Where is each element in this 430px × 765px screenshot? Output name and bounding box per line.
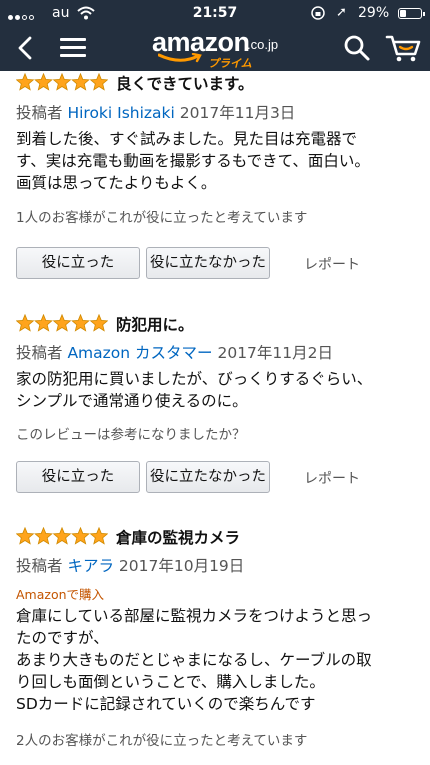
star-icon xyxy=(16,314,35,332)
review-body-line: あまり大きものだとじゃまになるし、ケーブルの取 xyxy=(16,651,372,669)
star-icon xyxy=(89,73,108,91)
star-icon xyxy=(16,527,35,545)
logo-prime-label: プライム xyxy=(208,57,252,70)
star-icon xyxy=(16,73,35,91)
review-body: 家の防犯用に買いましたが、びっくりするぐらい、 シンプルで通常通り使えるのに。 xyxy=(16,368,416,412)
review-byline: 投稿者 キアラ 2017年10月19日 xyxy=(16,554,244,576)
helpful-button[interactable]: 役に立った xyxy=(16,461,140,493)
review-body-line: 倉庫にしている部屋に監視カメラをつけようと思っ xyxy=(16,607,373,625)
lock-rotation-icon xyxy=(311,6,325,20)
star-icon xyxy=(71,314,90,332)
report-link[interactable]: レポート xyxy=(304,468,360,488)
review-date: 2017年10月19日 xyxy=(118,557,245,575)
logo-domain: .co.jp xyxy=(247,37,279,52)
star-icon xyxy=(34,73,53,91)
review-title[interactable]: 良くできています。 xyxy=(116,72,254,94)
review-body-line: たのですが、 xyxy=(16,629,109,647)
review-body-line: す、実は充電も動画を撮影するもできて、面白い。 xyxy=(16,152,370,170)
app-header: amazon .co.jp プライム xyxy=(0,26,430,71)
battery-level-fill xyxy=(400,10,406,17)
cart-icon[interactable] xyxy=(385,32,421,64)
byline-prefix: 投稿者 xyxy=(16,344,63,362)
review-author-link[interactable]: Hiroki Ishizaki xyxy=(67,104,174,122)
review-body-line: SDカードに記録されていくので楽ちんです xyxy=(16,695,316,713)
star-rating xyxy=(16,527,108,545)
star-icon xyxy=(34,314,53,332)
star-rating xyxy=(16,73,108,91)
not-helpful-button[interactable]: 役に立たなかった xyxy=(146,461,270,493)
review-date: 2017年11月2日 xyxy=(217,344,333,362)
star-icon xyxy=(52,73,72,91)
star-icon xyxy=(52,527,72,545)
review-body-line: 家の防犯用に買いましたが、びっくりするぐらい、 xyxy=(16,370,373,388)
back-chevron-icon[interactable] xyxy=(12,34,40,62)
battery-percentage: 29% xyxy=(358,5,390,21)
review-author-link[interactable]: Amazon カスタマー xyxy=(67,344,212,362)
review-body: 倉庫にしている部屋に監視カメラをつけようと思っ たのですが、 あまり大きものだと… xyxy=(16,605,416,715)
star-icon xyxy=(52,314,72,332)
helpful-button[interactable]: 役に立った xyxy=(16,247,140,279)
menu-icon[interactable] xyxy=(60,38,86,58)
review-body: 到着した後、すぐ試みました。見た目は充電器で す、実は充電も動画を撮影するもでき… xyxy=(16,128,416,194)
not-helpful-button[interactable]: 役に立たなかった xyxy=(146,247,270,279)
review-body-line: 到着した後、すぐ試みました。見た目は充電器で xyxy=(16,130,358,148)
review-byline: 投稿者 Amazon カスタマー 2017年11月2日 xyxy=(16,341,333,363)
star-icon xyxy=(89,314,108,332)
review-title[interactable]: 倉庫の監視カメラ xyxy=(116,526,240,548)
byline-prefix: 投稿者 xyxy=(16,104,63,122)
review-body-line: り回しも面倒ということで、購入しました。 xyxy=(16,673,325,691)
review-body-line: シンプルで通常通り使えるのに。 xyxy=(16,392,248,410)
smile-arrow-icon xyxy=(158,53,202,63)
review-body-line: 画質は思ってたよりもよく。 xyxy=(16,174,217,192)
status-bar: au 21:57 ➚ 29% xyxy=(0,0,430,26)
review-title[interactable]: 防犯用に。 xyxy=(116,313,194,335)
amazon-prime-logo[interactable]: amazon .co.jp プライム xyxy=(152,27,282,71)
search-icon[interactable] xyxy=(343,34,371,62)
battery-icon xyxy=(398,8,425,19)
byline-prefix: 投稿者 xyxy=(16,557,63,575)
star-icon xyxy=(34,527,53,545)
helpful-count: 2人のお客様がこれが役に立ったと考えています xyxy=(16,733,308,749)
helpful-count: 1人のお客様がこれが役に立ったと考えています xyxy=(16,210,308,226)
star-icon xyxy=(71,527,90,545)
star-icon xyxy=(71,73,90,91)
review-byline: 投稿者 Hiroki Ishizaki 2017年11月3日 xyxy=(16,101,295,123)
review-date: 2017年11月3日 xyxy=(179,104,296,122)
helpful-prompt: このレビューは参考になりましたか？ xyxy=(16,427,246,443)
review-author-link[interactable]: キアラ xyxy=(67,557,114,575)
report-link[interactable]: レポート xyxy=(304,254,360,274)
star-rating xyxy=(16,314,108,332)
star-icon xyxy=(89,527,108,545)
verified-purchase-badge: Amazonで購入 xyxy=(16,587,105,602)
location-icon: ➚ xyxy=(336,5,347,20)
